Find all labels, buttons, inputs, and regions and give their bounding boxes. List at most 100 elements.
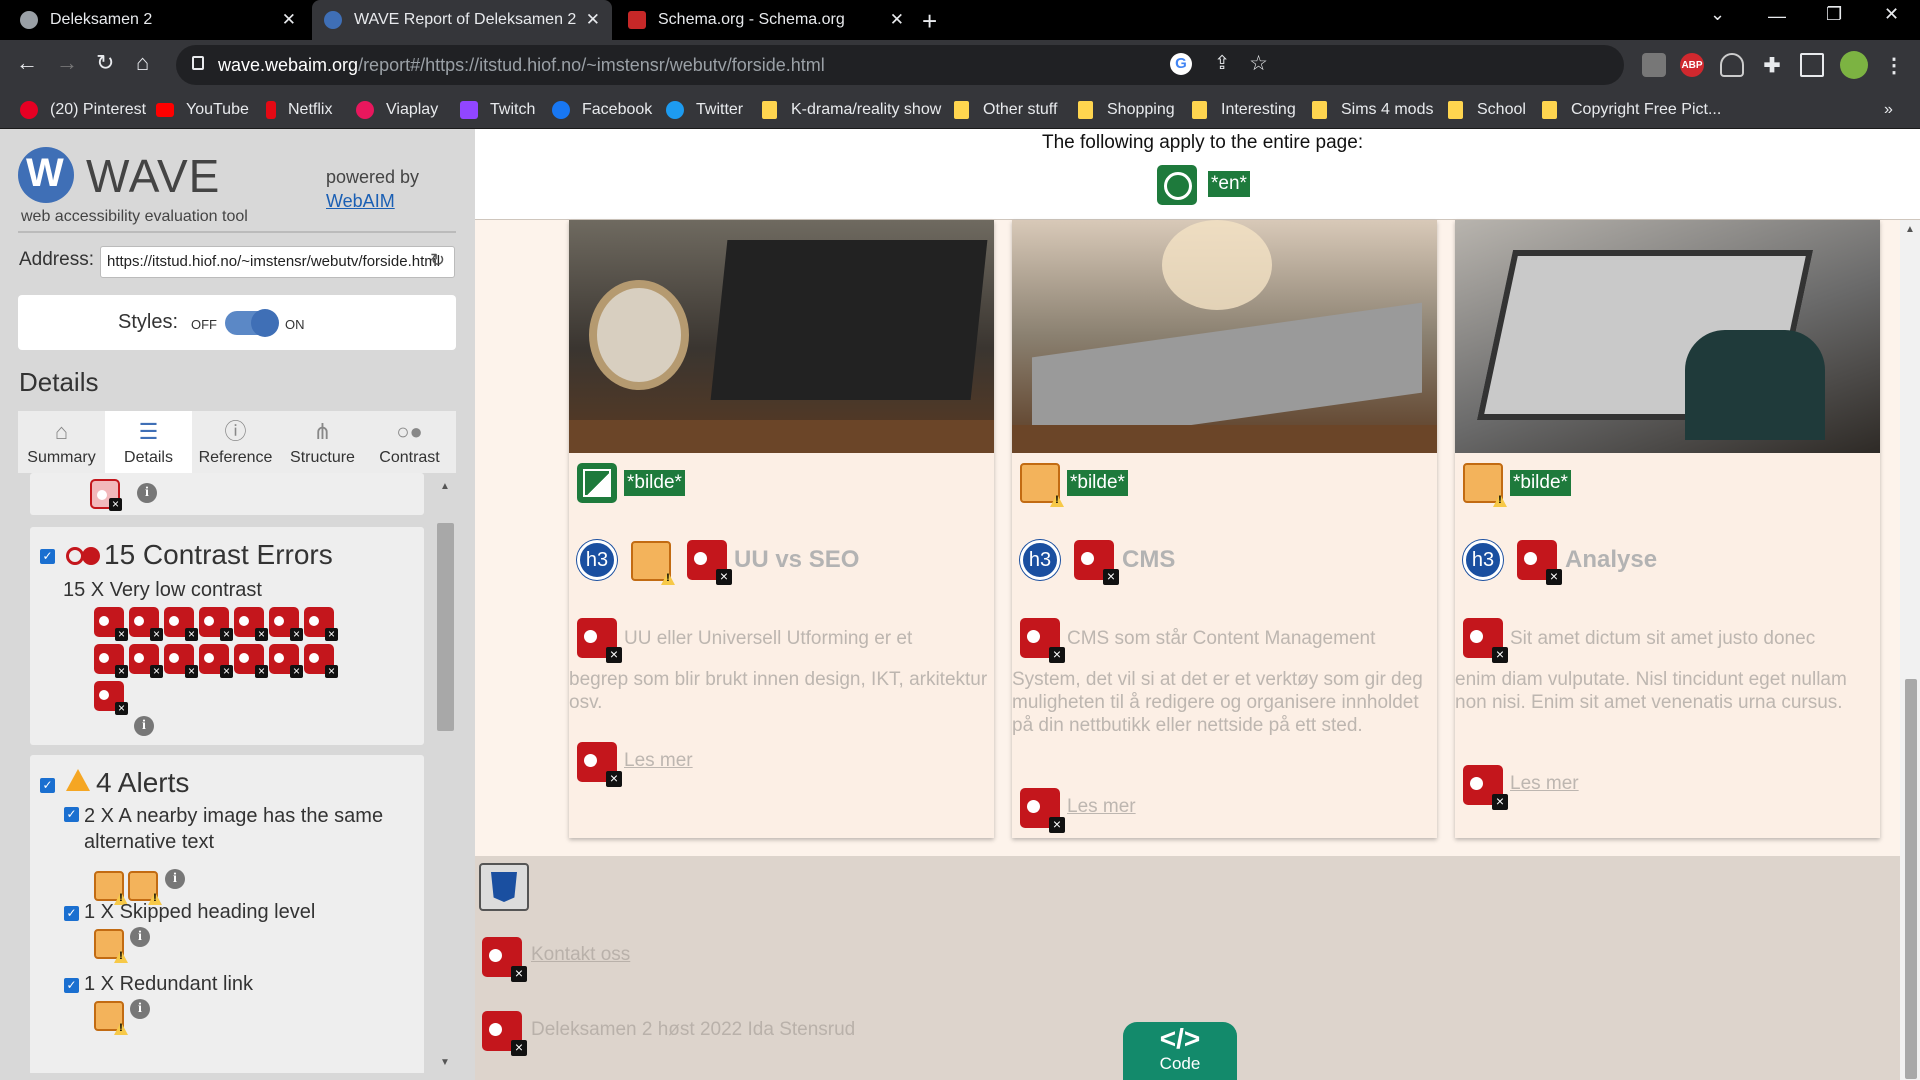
contrast-error-icon[interactable]	[164, 607, 198, 641]
contrast-error-icon[interactable]	[199, 644, 233, 678]
info-icon[interactable]: i	[137, 483, 157, 503]
contrast-error-icon[interactable]	[482, 1011, 527, 1056]
contrast-error-icon[interactable]	[1517, 540, 1562, 585]
close-tab-icon[interactable]: ✕	[282, 10, 296, 30]
tab-reference[interactable]: ⓘ Reference	[192, 411, 279, 473]
code-toggle-button[interactable]: </> Code	[1123, 1022, 1237, 1080]
new-tab-icon[interactable]: +	[922, 6, 937, 37]
link-alert-icon[interactable]	[94, 1001, 124, 1031]
alerts-checkbox[interactable]: ✓	[40, 778, 55, 793]
scroll-up-arrow-icon[interactable]: ▲	[440, 481, 450, 492]
refresh-icon[interactable]: ↻	[430, 250, 445, 271]
bookmark-folder-school[interactable]: School	[1448, 91, 1526, 129]
side-panel-icon[interactable]	[1800, 53, 1824, 77]
scroll-down-arrow-icon[interactable]: ▼	[440, 1057, 450, 1068]
contrast-error-icon[interactable]	[1463, 765, 1508, 810]
tab-details[interactable]: ☰ Details	[105, 411, 192, 473]
bookmark-folder-interesting[interactable]: Interesting	[1192, 91, 1296, 129]
contrast-error-icon[interactable]	[94, 644, 128, 678]
alert-checkbox[interactable]: ✓	[64, 906, 79, 921]
adblock-icon[interactable]: ABP	[1680, 53, 1704, 77]
webaim-link[interactable]: WebAIM	[326, 191, 395, 211]
tab-structure[interactable]: ⋔ Structure	[279, 411, 366, 473]
contrast-error-icon[interactable]	[687, 540, 732, 585]
browser-tab-schema[interactable]: Schema.org - Schema.org ✕	[616, 0, 916, 40]
h3-heading-icon[interactable]: h3	[1020, 540, 1060, 580]
contrast-error-icon[interactable]	[94, 607, 128, 641]
page-scroll-up-icon[interactable]: ▲	[1905, 224, 1915, 235]
contrast-error-icon[interactable]	[577, 742, 622, 787]
tab-search-chevron-icon[interactable]: ⌄	[1710, 4, 1725, 25]
bookmark-pinterest[interactable]: (20) Pinterest	[20, 91, 146, 129]
contrast-error-icon[interactable]	[1020, 618, 1065, 663]
address-input[interactable]: https://itstud.hiof.no/~imstensr/webutv/…	[100, 246, 455, 278]
contrast-error-icon[interactable]	[482, 937, 527, 982]
details-panel-scroll[interactable]: i ✓ 15 Contrast Errors 15 X Very low con…	[18, 473, 456, 1073]
bookmark-facebook[interactable]: Facebook	[552, 91, 652, 129]
alert-checkbox[interactable]: ✓	[64, 978, 79, 993]
styles-toggle[interactable]	[225, 309, 279, 337]
google-lens-icon[interactable]: G	[1170, 53, 1192, 75]
close-tab-icon[interactable]: ✕	[586, 10, 600, 30]
contrast-error-icon[interactable]	[234, 644, 268, 678]
read-more-link[interactable]: Les mer	[624, 750, 693, 772]
read-more-link[interactable]: Les mer	[1510, 773, 1579, 795]
forward-icon[interactable]: →	[56, 50, 78, 76]
info-icon[interactable]: i	[165, 869, 185, 889]
bookmark-folder-shopping[interactable]: Shopping	[1078, 91, 1175, 129]
bookmark-youtube[interactable]: YouTube	[156, 91, 249, 129]
close-tab-icon[interactable]: ✕	[890, 10, 904, 30]
bookmark-folder-kdrama[interactable]: K-drama/reality show	[762, 91, 941, 129]
bookmark-viaplay[interactable]: Viaplay	[356, 91, 438, 129]
contrast-error-icon[interactable]	[199, 607, 233, 641]
share-icon[interactable]: ⇪	[1214, 52, 1230, 75]
heading-alert-icon[interactable]	[94, 929, 124, 959]
more-bookmarks-chevron-icon[interactable]: »	[1884, 91, 1893, 129]
contrast-error-icon[interactable]	[234, 607, 268, 641]
contact-link[interactable]: Kontakt oss	[531, 944, 630, 966]
h3-heading-icon[interactable]: h3	[577, 540, 617, 580]
contrast-error-icon[interactable]	[1074, 540, 1119, 585]
menu-kebab-icon[interactable]: ⋮	[1882, 53, 1906, 77]
read-more-link[interactable]: Les mer	[1067, 796, 1136, 818]
image-alt-icon[interactable]	[577, 463, 617, 503]
info-icon[interactable]: i	[134, 716, 154, 736]
info-icon[interactable]: i	[130, 999, 150, 1019]
tab-summary[interactable]: ⌂ Summary	[18, 411, 105, 473]
contrast-error-icon[interactable]	[304, 644, 338, 678]
page-scrollbar-thumb[interactable]	[1905, 679, 1917, 1079]
footer-landmark-icon[interactable]	[479, 863, 529, 911]
extension-puzzle-alt-icon[interactable]	[1642, 53, 1666, 77]
alert-checkbox[interactable]: ✓	[64, 807, 79, 822]
bookmark-folder-sims[interactable]: Sims 4 mods	[1312, 91, 1433, 129]
image-alert-icon[interactable]	[94, 871, 124, 901]
bookmark-folder-copyright[interactable]: Copyright Free Pict...	[1542, 91, 1721, 129]
broken-link-icon[interactable]	[90, 479, 122, 511]
contrast-error-icon[interactable]	[164, 644, 198, 678]
profile-avatar[interactable]	[1840, 51, 1868, 79]
contrast-error-icon[interactable]	[577, 618, 622, 663]
image-alert-icon[interactable]	[1463, 463, 1503, 503]
bookmark-twitter[interactable]: Twitter	[666, 91, 743, 129]
image-alert-icon[interactable]	[128, 871, 158, 901]
home-icon[interactable]: ⌂	[136, 50, 149, 76]
contrast-error-icon[interactable]	[269, 607, 303, 641]
contrast-error-icon[interactable]	[1463, 618, 1508, 663]
contrast-errors-checkbox[interactable]: ✓	[40, 549, 55, 564]
info-icon[interactable]: i	[130, 927, 150, 947]
skipped-heading-alert-icon[interactable]	[631, 541, 671, 581]
bookmark-star-icon[interactable]: ☆	[1249, 51, 1268, 76]
address-bar[interactable]: wave.webaim.org/report#/https://itstud.h…	[176, 45, 1624, 85]
extensions-puzzle-icon[interactable]: ✚	[1760, 53, 1784, 77]
contrast-error-icon[interactable]	[129, 644, 163, 678]
contrast-error-icon[interactable]	[94, 681, 128, 715]
tab-contrast[interactable]: ○● Contrast	[366, 411, 453, 473]
bookmark-twitch[interactable]: Twitch	[460, 91, 535, 129]
browser-tab-wave[interactable]: WAVE Report of Deleksamen 2 ✕	[312, 0, 612, 40]
image-alert-icon[interactable]	[1020, 463, 1060, 503]
extension-arch-icon[interactable]	[1720, 53, 1744, 77]
browser-tab-deleksamen[interactable]: Deleksamen 2 ✕	[8, 0, 308, 40]
bookmark-netflix[interactable]: Netflix	[266, 91, 332, 129]
reload-icon[interactable]: ↻	[96, 50, 114, 76]
language-globe-icon[interactable]	[1157, 165, 1197, 205]
